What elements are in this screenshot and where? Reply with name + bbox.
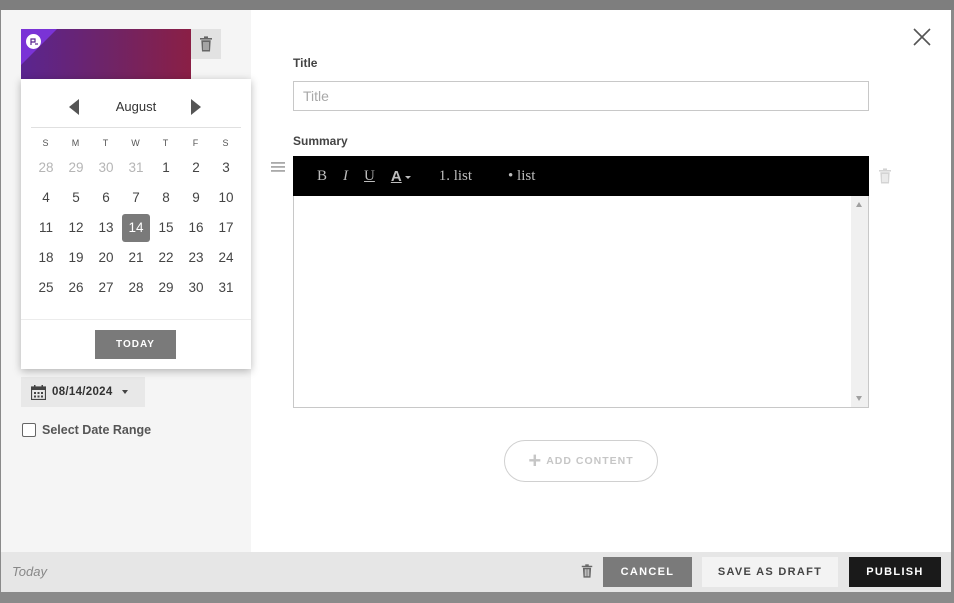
- calendar-day[interactable]: 20: [91, 243, 121, 273]
- backdrop: [0, 0, 954, 10]
- weekday-label: M: [71, 138, 81, 148]
- drag-handle-icon[interactable]: [271, 160, 285, 174]
- edit-modal: August SMTWTFS 28 29 30 31 1 2 3 4 5 6 7 8 9 10 11 12 13…: [1, 10, 951, 592]
- calendar-day[interactable]: 29: [151, 273, 181, 303]
- calendar-day[interactable]: 31: [211, 273, 241, 303]
- brand-badge-icon: [26, 34, 41, 49]
- calendar-day[interactable]: 8: [151, 183, 181, 213]
- weekday-label: T: [102, 138, 110, 148]
- weekday-label: T: [162, 138, 170, 148]
- calendar-day[interactable]: 18: [31, 243, 61, 273]
- calendar-day[interactable]: 15: [151, 213, 181, 243]
- add-content-label: ADD CONTENT: [546, 455, 634, 467]
- date-range-checkbox[interactable]: [22, 423, 36, 437]
- title-input[interactable]: [293, 81, 869, 111]
- calendar-divider: [31, 127, 241, 128]
- calendar-day[interactable]: 10: [211, 183, 241, 213]
- cancel-button[interactable]: CANCEL: [603, 557, 692, 587]
- popup-pointer: [105, 299, 121, 308]
- date-field[interactable]: 08/14/2024: [21, 377, 145, 407]
- date-picker-popup: August SMTWTFS 28 29 30 31 1 2 3 4 5 6 7 8 9 10 11 12 13…: [21, 79, 251, 369]
- summary-label: Summary: [293, 134, 348, 148]
- calendar-day[interactable]: 9: [181, 183, 211, 213]
- delete-block-trash-icon[interactable]: [877, 168, 893, 184]
- chevron-down-icon: [404, 175, 411, 179]
- left-panel: August SMTWTFS 28 29 30 31 1 2 3 4 5 6 7 8 9 10 11 12 13…: [1, 10, 251, 552]
- calendar-day[interactable]: 3: [211, 153, 241, 183]
- thumbnail-corner: [21, 29, 57, 65]
- weekday-label: S: [222, 138, 230, 148]
- calendar-day[interactable]: 5: [61, 183, 91, 213]
- trash-icon[interactable]: [580, 564, 594, 578]
- close-icon[interactable]: [911, 26, 933, 48]
- calendar-day[interactable]: 22: [151, 243, 181, 273]
- calendar-day[interactable]: 19: [61, 243, 91, 273]
- editor-scrollbar[interactable]: [851, 196, 868, 407]
- calendar-day[interactable]: 16: [181, 213, 211, 243]
- weekday-header-row: SMTWTFS: [31, 133, 241, 153]
- title-label: Title: [293, 56, 318, 70]
- prev-month-arrow-icon[interactable]: [69, 99, 79, 115]
- summary-editor[interactable]: [293, 196, 869, 408]
- publish-button[interactable]: PUBLISH: [849, 557, 941, 587]
- weekday-label: S: [42, 138, 50, 148]
- calendar-day[interactable]: 12: [61, 213, 91, 243]
- date-range-label: Select Date Range: [42, 423, 152, 437]
- calendar-day[interactable]: 2: [181, 153, 211, 183]
- bold-button[interactable]: B: [317, 168, 327, 185]
- calendar-days: 28 29 30 31 1 2 3 4 5 6 7 8 9 10 11 12 13 14 15 16 17 18 19 20 2…: [31, 153, 241, 303]
- weekday-label: F: [192, 138, 200, 148]
- calendar-day[interactable]: 28: [121, 273, 151, 303]
- modal-footer: Today CANCEL SAVE AS DRAFT PUBLISH: [1, 552, 951, 592]
- calendar-day[interactable]: 28: [31, 153, 61, 183]
- today-button[interactable]: TODAY: [95, 330, 176, 359]
- date-value: 08/14/2024: [52, 386, 113, 398]
- text-color-button[interactable]: A: [391, 168, 411, 185]
- thumbnail-image[interactable]: [21, 29, 191, 81]
- calendar-day[interactable]: 31: [121, 153, 151, 183]
- add-content-button[interactable]: + ADD CONTENT: [504, 440, 658, 482]
- delete-image-button[interactable]: [191, 29, 221, 59]
- calendar-month-label: August: [115, 99, 157, 114]
- calendar-day[interactable]: 30: [91, 153, 121, 183]
- calendar-day[interactable]: 29: [61, 153, 91, 183]
- calendar-icon: [31, 384, 46, 400]
- weekday-label: W: [131, 138, 141, 148]
- ordered-list-button[interactable]: 1. list: [439, 168, 472, 185]
- underline-button[interactable]: U: [364, 168, 375, 185]
- calendar-day[interactable]: 17: [211, 213, 241, 243]
- calendar-day[interactable]: 30: [181, 273, 211, 303]
- calendar-day[interactable]: 6: [91, 183, 121, 213]
- rich-text-toolbar: B I U A 1. list • list: [293, 156, 869, 196]
- calendar-day[interactable]: 21: [121, 243, 151, 273]
- bullet-list-button[interactable]: • list: [508, 168, 535, 185]
- calendar-day[interactable]: 7: [121, 183, 151, 213]
- trash-icon: [200, 36, 212, 52]
- calendar-header: August: [21, 97, 251, 117]
- save-draft-button[interactable]: SAVE AS DRAFT: [702, 557, 838, 587]
- calendar-day[interactable]: 1: [151, 153, 181, 183]
- next-month-arrow-icon[interactable]: [191, 99, 201, 115]
- footer-date-text: Today: [12, 564, 47, 579]
- scroll-up-arrow-icon[interactable]: [856, 202, 862, 207]
- text-color-icon: A: [390, 167, 402, 185]
- calendar-day[interactable]: 26: [61, 273, 91, 303]
- calendar-day[interactable]: 4: [31, 183, 61, 213]
- content-panel: Title Summary B I U A 1. list • list: [251, 10, 951, 552]
- plus-icon: +: [528, 448, 542, 473]
- date-range-option[interactable]: Select Date Range: [22, 423, 151, 437]
- scroll-down-arrow-icon[interactable]: [856, 396, 862, 401]
- calendar-day[interactable]: 23: [181, 243, 211, 273]
- calendar-day[interactable]: 24: [211, 243, 241, 273]
- calendar-footer-divider: [21, 319, 251, 320]
- calendar-day-selected[interactable]: 14: [122, 214, 150, 242]
- italic-button[interactable]: I: [343, 168, 348, 185]
- chevron-down-icon: [121, 390, 128, 394]
- calendar-day[interactable]: 11: [31, 213, 61, 243]
- calendar-day[interactable]: 25: [31, 273, 61, 303]
- calendar-grid: SMTWTFS 28 29 30 31 1 2 3 4 5 6 7 8 9 10 11 12 13 14 15 16 1…: [31, 133, 241, 303]
- calendar-day[interactable]: 13: [91, 213, 121, 243]
